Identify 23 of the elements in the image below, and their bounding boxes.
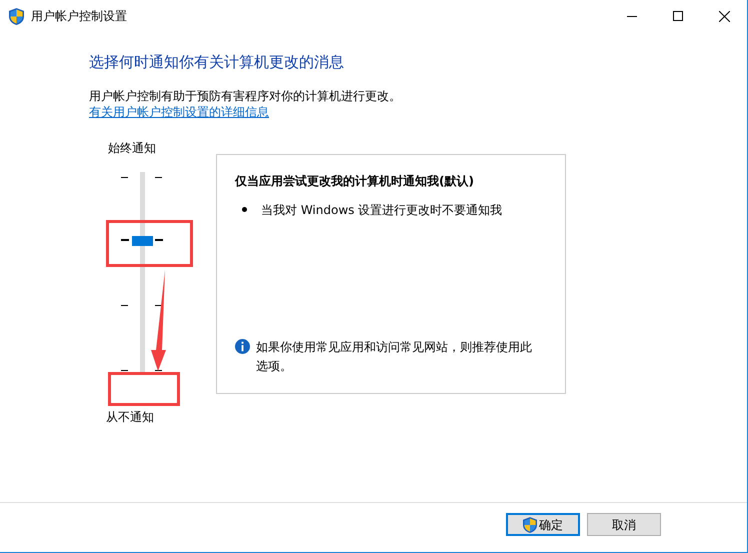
bullet-text: 当我对 Windows 设置进行更改时不要通知我 [261,202,502,218]
slider-thumb[interactable] [132,236,153,246]
close-icon [718,10,730,22]
info-text: 如果你使用常见应用和访问常见网站，则推荐使用此选项。 [256,338,533,374]
info-icon [235,338,250,354]
tick-mark [155,238,163,240]
panel-title: 仅当应用尝试更改我的计算机时通知我(默认) [235,172,475,188]
slider-top-label: 始终通知 [108,140,157,156]
tick-mark [121,176,128,178]
dialog-button[interactable]: 确定 [506,513,580,536]
tick-mark [155,176,162,178]
maximize-icon [673,11,683,21]
annotation-box [108,372,180,406]
help-link[interactable]: 有关用户帐户控制设置的详细信息 [89,104,269,120]
tick-mark [121,304,128,306]
window-title: 用户帐户控制设置 [31,8,127,25]
heading: 选择何时通知你有关计算机更改的消息 [89,52,345,73]
description: 用户帐户控制有助于预防有害程序对你的计算机进行更改。 [89,88,402,104]
slider-bottom-label: 从不通知 [106,408,154,424]
dialog-button[interactable]: 取消 [587,513,661,536]
tick-mark [121,238,129,240]
shield-icon [9,8,24,24]
bullet-icon [242,207,247,212]
